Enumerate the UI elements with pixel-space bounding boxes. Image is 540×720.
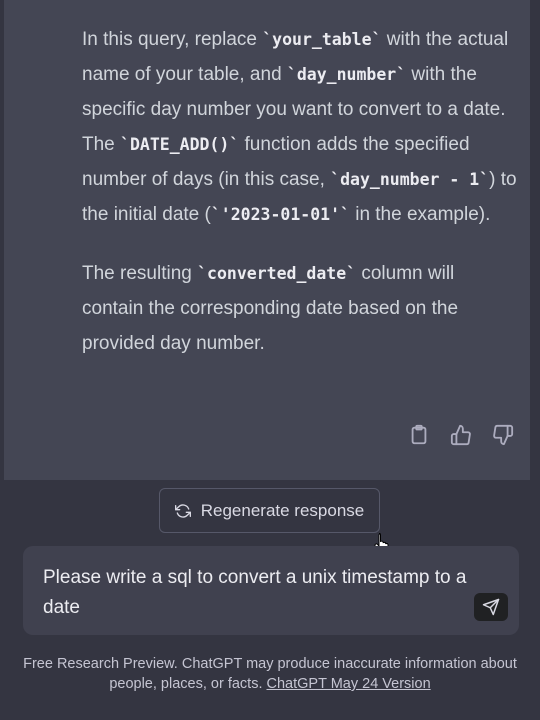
regenerate-label: Regenerate response xyxy=(200,500,365,520)
thumbs-down-icon[interactable] xyxy=(492,424,514,446)
message-paragraph-1: In this query, replace `your_table` with… xyxy=(82,29,517,225)
inline-code: `converted_date` xyxy=(197,264,357,283)
refresh-icon xyxy=(174,503,191,518)
version-link[interactable]: ChatGPT May 24 Version xyxy=(267,676,431,692)
message-actions xyxy=(408,424,514,446)
send-icon xyxy=(482,598,500,616)
assistant-message: In this query, replace `your_table` with… xyxy=(4,0,530,480)
send-button[interactable] xyxy=(474,593,508,621)
inline-code: `your_table` xyxy=(262,30,382,49)
message-text: In this query, replace `your_table` with… xyxy=(82,22,518,385)
regenerate-response-button[interactable]: Regenerate response xyxy=(159,488,380,533)
inline-code: `day_number - 1` xyxy=(330,170,490,189)
inline-code: `day_number` xyxy=(286,65,407,84)
inline-code: `'2023-01-01'` xyxy=(210,205,350,224)
clipboard-icon[interactable] xyxy=(408,424,430,446)
chat-input-box[interactable]: Please write a sql to convert a unix tim… xyxy=(23,546,519,635)
inline-code: `DATE_ADD()` xyxy=(120,135,240,154)
chat-input[interactable]: Please write a sql to convert a unix tim… xyxy=(43,563,483,623)
footer-disclaimer: Free Research Preview. ChatGPT may produ… xyxy=(20,654,520,694)
thumbs-up-icon[interactable] xyxy=(450,424,472,446)
message-paragraph-2: The resulting `converted_date` column wi… xyxy=(82,263,459,354)
